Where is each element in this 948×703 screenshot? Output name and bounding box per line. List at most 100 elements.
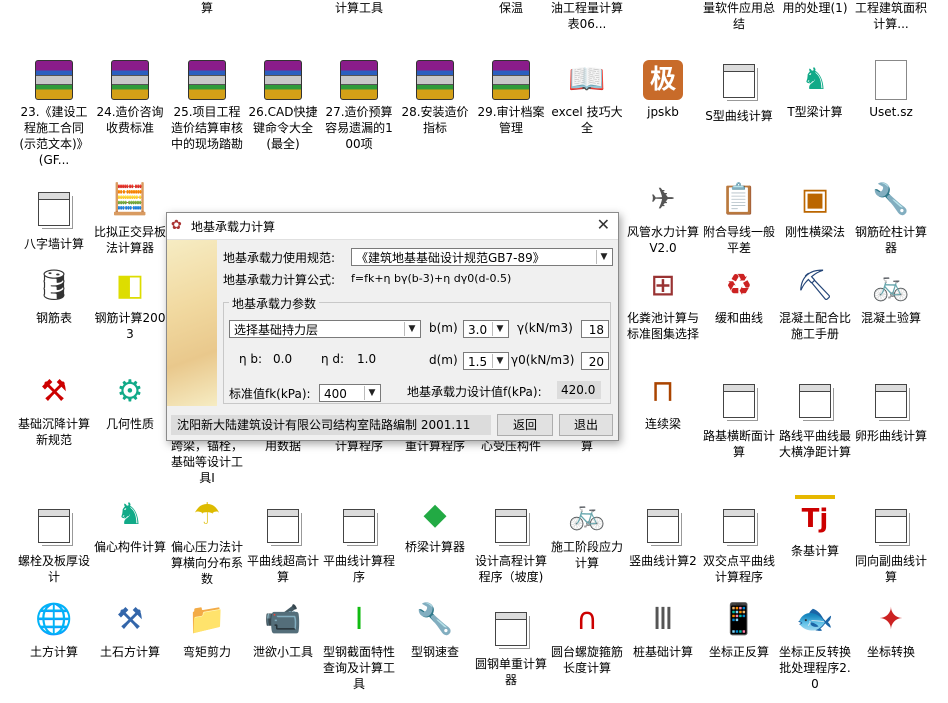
desktop-icon-zhuangji[interactable]: Ⅲ 桩基础计算 <box>625 600 701 660</box>
d-select[interactable]: 1.5 ▼ <box>463 352 509 370</box>
desktop-icon-s-curve[interactable]: S型曲线计算 <box>701 60 777 124</box>
close-icon[interactable]: ✕ <box>597 215 610 234</box>
desktop-icon-zuobiaopi[interactable]: 🐟 坐标正反转换批处理程序2.0 <box>777 600 853 692</box>
b-select[interactable]: 3.0 ▼ <box>463 320 509 338</box>
desktop-icon-gangxing[interactable]: ▣ 刚性横梁法 <box>777 180 853 240</box>
desktop-icon-fuhe[interactable]: 📋 附合导线一般平差 <box>701 180 777 256</box>
app-window-icon-frame <box>491 612 531 652</box>
desktop-icon-tufang[interactable]: 🌐 土方计算 <box>16 600 92 660</box>
desktop-icon-label: 型钢截面特性查询及计算工具 <box>322 645 395 691</box>
desktop-top-icon-11[interactable]: 值税卜的全费用的处理(1) <box>777 0 853 16</box>
desktop-icon-xinggangsu[interactable]: 🔧 型钢速查 <box>397 600 473 660</box>
desktop-icon-hunningtu[interactable]: ⛏ 混凝土配合比施工手册 <box>777 266 853 342</box>
icon-pianxinya-glyph-icon: ☂ <box>193 497 221 532</box>
desktop-icon-bini[interactable]: 🧮 比拟正交异板法计算器 <box>92 180 168 256</box>
desktop-top-icon-10[interactable]: CASS土方算量软件应用总结 <box>701 0 777 32</box>
desktop-icon-luji[interactable]: 路基横断面计算 <box>701 380 777 460</box>
desktop-icon-28[interactable]: 28.安装造价指标 <box>397 60 473 136</box>
desktop-icon-tongxiang[interactable]: 同向副曲线计算 <box>853 505 929 585</box>
archive-icon <box>492 60 530 100</box>
desktop-icon-pianxin[interactable]: ♞ 偏心构件计算 <box>92 495 168 555</box>
eta-d-label: η d: <box>321 352 345 366</box>
desktop-top-icon-3[interactable]: 旋落筋长度计算 <box>169 0 245 16</box>
desktop-icon-label: 型钢速查 <box>410 645 459 659</box>
desktop-icon-26[interactable]: 26.CAD快捷键命令大全(最全) <box>245 60 321 152</box>
desktop-icon-pingqu[interactable]: 平曲线计算程序 <box>321 505 397 585</box>
desktop-icon-lianxu[interactable]: ⊓ 连续梁 <box>625 372 701 432</box>
desktop-icon-gangjin-col[interactable]: 🔧 钢筋砼柱计算器 <box>853 180 929 256</box>
desktop-icon-gangjin2003[interactable]: ◧ 钢筋计算2003 <box>92 266 168 342</box>
desktop-icon-hunningtu-test[interactable]: 🚲 混凝土验算 <box>853 266 929 326</box>
desktop-icon-uset[interactable]: Uset.sz <box>853 60 929 120</box>
app-window-icon <box>343 509 378 546</box>
desktop-icon-kua[interactable]: 跨梁，锚栓，基础等设计工具I <box>169 438 245 486</box>
desktop-icon-bazi[interactable]: 八字墙计算 <box>16 188 92 252</box>
desktop-icon-pianxinya[interactable]: ☂ 偏心压力法计算横向分布系数 <box>169 495 245 587</box>
desktop-icon-yuangang[interactable]: 圆钢单重计算器 <box>473 608 549 688</box>
gamma0-input[interactable]: 20 <box>581 352 609 370</box>
gamma-input[interactable]: 18 <box>581 320 609 338</box>
desktop-icon-label: 论重量及刷油保温 <box>498 1 523 15</box>
b-label: b(m) <box>429 321 458 335</box>
desktop-icon-xieyu[interactable]: 📹 泄欲小工具 <box>245 600 321 660</box>
desktop-icon-jichu[interactable]: ⚒ 基础沉降计算新规范 <box>16 372 92 448</box>
desktop-icon-pingxian[interactable]: 平曲线超高计算 <box>245 505 321 585</box>
desktop-icon-jpskb[interactable]: 极 jpskb <box>625 60 701 120</box>
dialog-title: 地基承载力计算 <box>191 220 276 234</box>
desktop-icon-shigong[interactable]: 🚲 施工阶段应力计算 <box>549 495 625 571</box>
desktop-icon-excel[interactable]: 📖 excel 技巧大全 <box>549 60 625 136</box>
desktop-icon-luoshuan[interactable]: 螺栓及板厚设计 <box>16 505 92 585</box>
desktop-icon-xinggang[interactable]: Ⅰ 型钢截面特性查询及计算工具 <box>321 600 397 692</box>
desktop-icon-25[interactable]: 25.项目工程造价结算审核中的现场踏勘 <box>169 60 245 152</box>
desktop-icon-t-beam[interactable]: ♞ T型梁计算 <box>777 60 853 120</box>
desktop-icon-zuobiaozh[interactable]: ✦ 坐标转换 <box>853 600 929 660</box>
icon-zhuangji-glyph-icon: Ⅲ <box>652 602 674 637</box>
desktop-icon-tushifang[interactable]: ⚒ 土石方计算 <box>92 600 168 660</box>
desktop-top-icon-12[interactable]: 2013版建筑工程建筑面积计算... <box>853 0 929 32</box>
desktop-top-icon-8[interactable]: 缝钢管绝热刷油工程量计算表06... <box>549 0 625 32</box>
back-button[interactable]: 返回 <box>497 414 553 436</box>
desktop-icon-sheji[interactable]: 设计高程计算程序（坡度) <box>473 505 549 585</box>
desktop-icon-wanju[interactable]: 📁 弯矩剪力 <box>169 600 245 660</box>
desktop-icon-label: T型梁计算 <box>787 105 843 119</box>
desktop-icon-wind[interactable]: ✈ 风管水力计算V2.0 <box>625 180 701 256</box>
app-window-icon-frame <box>719 64 759 104</box>
desktop-icon-label: jpskb <box>647 105 679 119</box>
chevron-down-icon[interactable]: ▼ <box>492 354 507 368</box>
desktop-icon-gangjinbiao[interactable]: 🛢 钢筋表 <box>16 266 92 326</box>
chevron-down-icon[interactable]: ▼ <box>404 322 419 336</box>
desktop-icon-lulu[interactable]: 路线平曲线最大横净距计算 <box>777 380 853 460</box>
chevron-down-icon[interactable]: ▼ <box>492 322 507 336</box>
layer-select[interactable]: 选择基础持力层 ▼ <box>229 320 421 338</box>
desktop-icon-29[interactable]: 29.审计档案管理 <box>473 60 549 136</box>
app-window-icon-frame <box>719 384 759 424</box>
desktop-top-icon-7[interactable]: 论重量及刷油保温 <box>473 0 549 16</box>
chevron-down-icon[interactable]: ▼ <box>596 250 611 264</box>
desktop-icon-24[interactable]: 24.造价咨询收费标准 <box>92 60 168 136</box>
archive-icon <box>111 60 149 100</box>
desktop-icon-shuqu[interactable]: 竖曲线计算2 <box>625 505 701 569</box>
fk-select[interactable]: 400 ▼ <box>319 384 381 402</box>
dialog-titlebar[interactable]: ✿ 地基承载力计算 ✕ <box>167 213 618 240</box>
desktop-icon-shuangjiao[interactable]: 双交点平曲线计算程序 <box>701 505 777 585</box>
desktop-icon-zuobiao[interactable]: 📱 坐标正反算 <box>701 600 777 660</box>
archive-icon-frame <box>187 60 227 100</box>
chevron-down-icon[interactable]: ▼ <box>364 386 379 400</box>
desktop-icon-luanxing[interactable]: 卵形曲线计算 <box>853 380 929 444</box>
desktop-icon-qiaoliang[interactable]: ◆ 桥梁计算器 <box>397 495 473 555</box>
spec-select[interactable]: 《建筑地基基础设计规范GB7-89》 ▼ <box>351 248 613 266</box>
desktop-icon-tiaoji[interactable]: Tj 条基计算 <box>777 495 853 559</box>
desktop-top-icon-5[interactable]: 面特性查询及计算工具 <box>321 0 397 16</box>
desktop-icon-huanhe[interactable]: ♻ 缓和曲线 <box>701 266 777 326</box>
app-window-icon <box>723 509 758 546</box>
exit-button[interactable]: 退出 <box>559 414 613 436</box>
spec-label: 地基承载力使用规范: <box>223 251 336 265</box>
desktop-icon-label: 螺栓及板厚设计 <box>17 554 90 584</box>
desktop-icon-jihe[interactable]: ⚙ 几何性质 <box>92 372 168 432</box>
ji-logo-icon: 极 <box>643 60 683 100</box>
icon-xinggang-glyph-icon: Ⅰ <box>354 602 364 637</box>
desktop-icon-yuangu[interactable]: ∩ 圆台螺旋箍筋长度计算 <box>549 600 625 676</box>
desktop-icon-23[interactable]: 23.《建设工程施工合同(示范文本)》(GF... <box>16 60 92 168</box>
desktop-icon-huafen[interactable]: ⊞ 化粪池计算与标准图集选择 <box>625 266 701 342</box>
desktop-icon-27[interactable]: 27.造价预算容易遗漏的100项 <box>321 60 397 152</box>
